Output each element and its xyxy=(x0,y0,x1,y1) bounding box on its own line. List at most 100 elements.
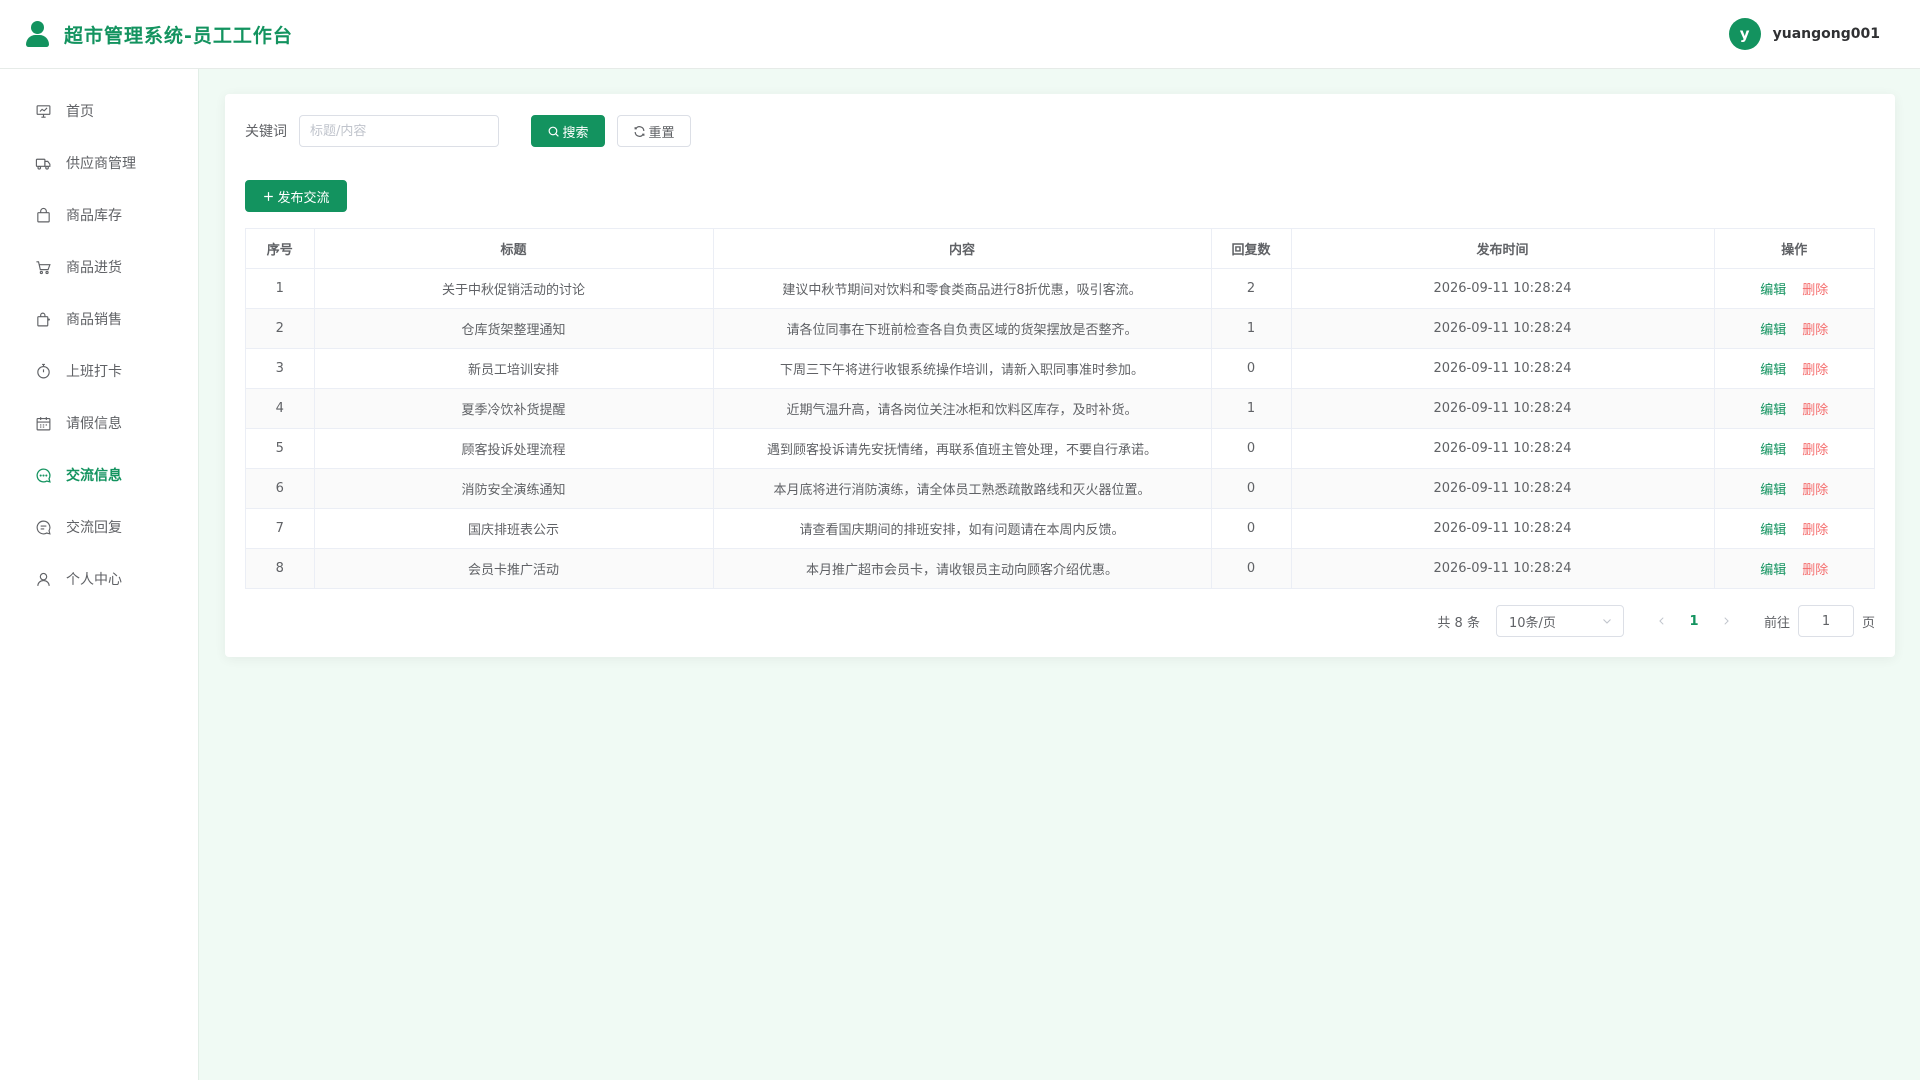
cell-index: 4 xyxy=(246,388,315,429)
edit-button[interactable]: 编辑 xyxy=(1760,443,1786,458)
cell-replies: 0 xyxy=(1211,428,1292,469)
edit-button[interactable]: 编辑 xyxy=(1760,403,1786,418)
cell-replies: 1 xyxy=(1211,308,1292,349)
user-menu[interactable]: y yuangong001 xyxy=(1728,18,1880,50)
sidebar-item-label: 个人中心 xyxy=(66,572,122,588)
user-icon xyxy=(37,572,50,586)
column-header-title: 标题 xyxy=(314,229,714,269)
sidebar-item-profile[interactable]: 个人中心 xyxy=(0,553,198,605)
sidebar-item-label: 请假信息 xyxy=(66,416,122,432)
cell-content: 请各位同事在下班前检查各自负责区域的货架摆放是否整齐。 xyxy=(713,308,1212,349)
sidebar-item-replies[interactable]: 交流回复 xyxy=(0,501,198,553)
cell-time: 2026-09-11 10:28:24 xyxy=(1291,508,1715,549)
table-row: 6 消防安全演练通知 本月底将进行消防演练，请全体员工熟悉疏散路线和灭火器位置。 0 2… xyxy=(246,468,1874,509)
cell-replies: 0 xyxy=(1211,548,1292,588)
delete-button[interactable]: 删除 xyxy=(1802,483,1828,498)
keyword-input[interactable] xyxy=(299,115,499,147)
reset-button[interactable]: 重置 xyxy=(617,115,691,147)
brand: 超市管理系统-员工工作台 xyxy=(26,21,293,48)
table-row: 7 国庆排班表公示 请查看国庆期间的排班安排，如有问题请在本周内反馈。 0 2026-0… xyxy=(246,508,1874,549)
cell-title: 顾客投诉处理流程 xyxy=(314,428,714,469)
edit-button[interactable]: 编辑 xyxy=(1760,523,1786,538)
cell-content: 本月推广超市会员卡，请收银员主动向顾客介绍优惠。 xyxy=(713,548,1212,588)
edit-button[interactable]: 编辑 xyxy=(1760,323,1786,338)
table-row: 2 仓库货架整理通知 请各位同事在下班前检查各自负责区域的货架摆放是否整齐。 1 202… xyxy=(246,308,1874,349)
sidebar-item-sales[interactable]: 商品销售 xyxy=(0,293,198,345)
cell-title: 夏季冷饮补货提醒 xyxy=(314,388,714,429)
username[interactable]: yuangong001 xyxy=(1773,26,1880,42)
column-header-index: 序号 xyxy=(246,229,315,269)
search-button-label: 搜索 xyxy=(562,125,589,141)
sidebar-item-label: 上班打卡 xyxy=(66,364,122,380)
table-header-row: 序号 标题 内容 回复数 发布时间 操作 xyxy=(246,229,1874,269)
goto-label: 前往 xyxy=(1763,615,1790,631)
edit-button[interactable]: 编辑 xyxy=(1760,283,1786,298)
cell-actions: 编辑 删除 xyxy=(1714,468,1874,509)
delete-button[interactable]: 删除 xyxy=(1802,563,1828,578)
chevron-right-icon xyxy=(1724,617,1729,625)
table-body: 1 关于中秋促销活动的讨论 建议中秋节期间对饮料和零食类商品进行8折优惠，吸引客流。… xyxy=(246,268,1874,588)
cell-replies: 0 xyxy=(1211,468,1292,509)
cell-index: 3 xyxy=(246,348,315,389)
bag-icon xyxy=(37,207,50,222)
delete-button[interactable]: 删除 xyxy=(1802,323,1828,338)
sidebar-item-label: 交流信息 xyxy=(66,468,122,484)
prev-page-button[interactable] xyxy=(1648,607,1676,635)
sidebar-item-suppliers[interactable]: 供应商管理 xyxy=(0,137,198,189)
sidebar-item-clock-in[interactable]: 上班打卡 xyxy=(0,345,198,397)
edit-button[interactable]: 编辑 xyxy=(1760,363,1786,378)
search-button[interactable]: 搜索 xyxy=(531,115,605,147)
search-bar: 关键词 搜索 重置 xyxy=(245,114,1875,148)
chat-line-icon xyxy=(36,520,51,535)
cell-title: 仓库货架整理通知 xyxy=(314,308,714,349)
column-header-replies: 回复数 xyxy=(1211,229,1292,269)
avatar[interactable]: y xyxy=(1728,18,1761,50)
sidebar-item-leave[interactable]: 请假信息 xyxy=(0,397,198,449)
sidebar-item-label: 商品库存 xyxy=(66,208,122,224)
cell-actions: 编辑 删除 xyxy=(1714,308,1874,349)
stopwatch-icon xyxy=(37,363,50,378)
sidebar-item-label: 供应商管理 xyxy=(66,156,136,172)
cell-actions: 编辑 删除 xyxy=(1714,428,1874,469)
delete-button[interactable]: 删除 xyxy=(1802,523,1828,538)
page-size-select[interactable]: 10条/页 xyxy=(1495,605,1624,637)
goto-page-input[interactable] xyxy=(1797,605,1854,637)
plus-icon xyxy=(264,191,274,201)
cell-title: 消防安全演练通知 xyxy=(314,468,714,509)
add-message-button[interactable]: 发布交流 xyxy=(245,180,347,212)
page-size-value: 10条/页 xyxy=(1508,615,1556,631)
delete-button[interactable]: 删除 xyxy=(1802,283,1828,298)
sidebar-item-messages[interactable]: 交流信息 xyxy=(0,449,198,501)
refresh-icon xyxy=(635,125,645,137)
column-header-time: 发布时间 xyxy=(1291,229,1715,269)
delete-button[interactable]: 删除 xyxy=(1802,403,1828,418)
delete-button[interactable]: 删除 xyxy=(1802,363,1828,378)
table-row: 4 夏季冷饮补货提醒 近期气温升高，请各岗位关注冰柜和饮料区库存，及时补货。 1 202… xyxy=(246,388,1874,429)
edit-button[interactable]: 编辑 xyxy=(1760,563,1786,578)
sidebar-item-purchase[interactable]: 商品进货 xyxy=(0,241,198,293)
sidebar-item-label: 商品进货 xyxy=(66,260,122,276)
cell-content: 本月底将进行消防演练，请全体员工熟悉疏散路线和灭火器位置。 xyxy=(713,468,1212,509)
table-row: 1 关于中秋促销活动的讨论 建议中秋节期间对饮料和零食类商品进行8折优惠，吸引客流。… xyxy=(246,268,1874,309)
sidebar: 首页 供应商管理 商品库存 商品进货 商品销售 上班打卡 请假信息 交流信息 交… xyxy=(0,69,199,1080)
delete-button[interactable]: 删除 xyxy=(1802,443,1828,458)
cell-index: 2 xyxy=(246,308,315,349)
column-header-actions: 操作 xyxy=(1714,229,1874,269)
cart-icon xyxy=(36,260,51,274)
cell-time: 2026-09-11 10:28:24 xyxy=(1291,388,1715,429)
sidebar-item-inventory[interactable]: 商品库存 xyxy=(0,189,198,241)
cell-replies: 0 xyxy=(1211,348,1292,389)
sidebar-item-home[interactable]: 首页 xyxy=(0,85,198,137)
page-number-current[interactable]: 1 xyxy=(1680,614,1708,629)
table-row: 8 会员卡推广活动 本月推广超市会员卡，请收银员主动向顾客介绍优惠。 0 2026-09… xyxy=(246,548,1874,588)
cell-time: 2026-09-11 10:28:24 xyxy=(1291,348,1715,389)
calendar-icon xyxy=(36,416,51,430)
cell-actions: 编辑 删除 xyxy=(1714,268,1874,309)
content-card: 关键词 搜索 重置 发布交流 序号 xyxy=(225,94,1895,657)
cell-time: 2026-09-11 10:28:24 xyxy=(1291,468,1715,509)
next-page-button[interactable] xyxy=(1712,607,1740,635)
sale-bag-icon xyxy=(37,312,50,326)
sidebar-item-label: 交流回复 xyxy=(66,520,122,536)
edit-button[interactable]: 编辑 xyxy=(1760,483,1786,498)
search-icon xyxy=(549,126,560,137)
